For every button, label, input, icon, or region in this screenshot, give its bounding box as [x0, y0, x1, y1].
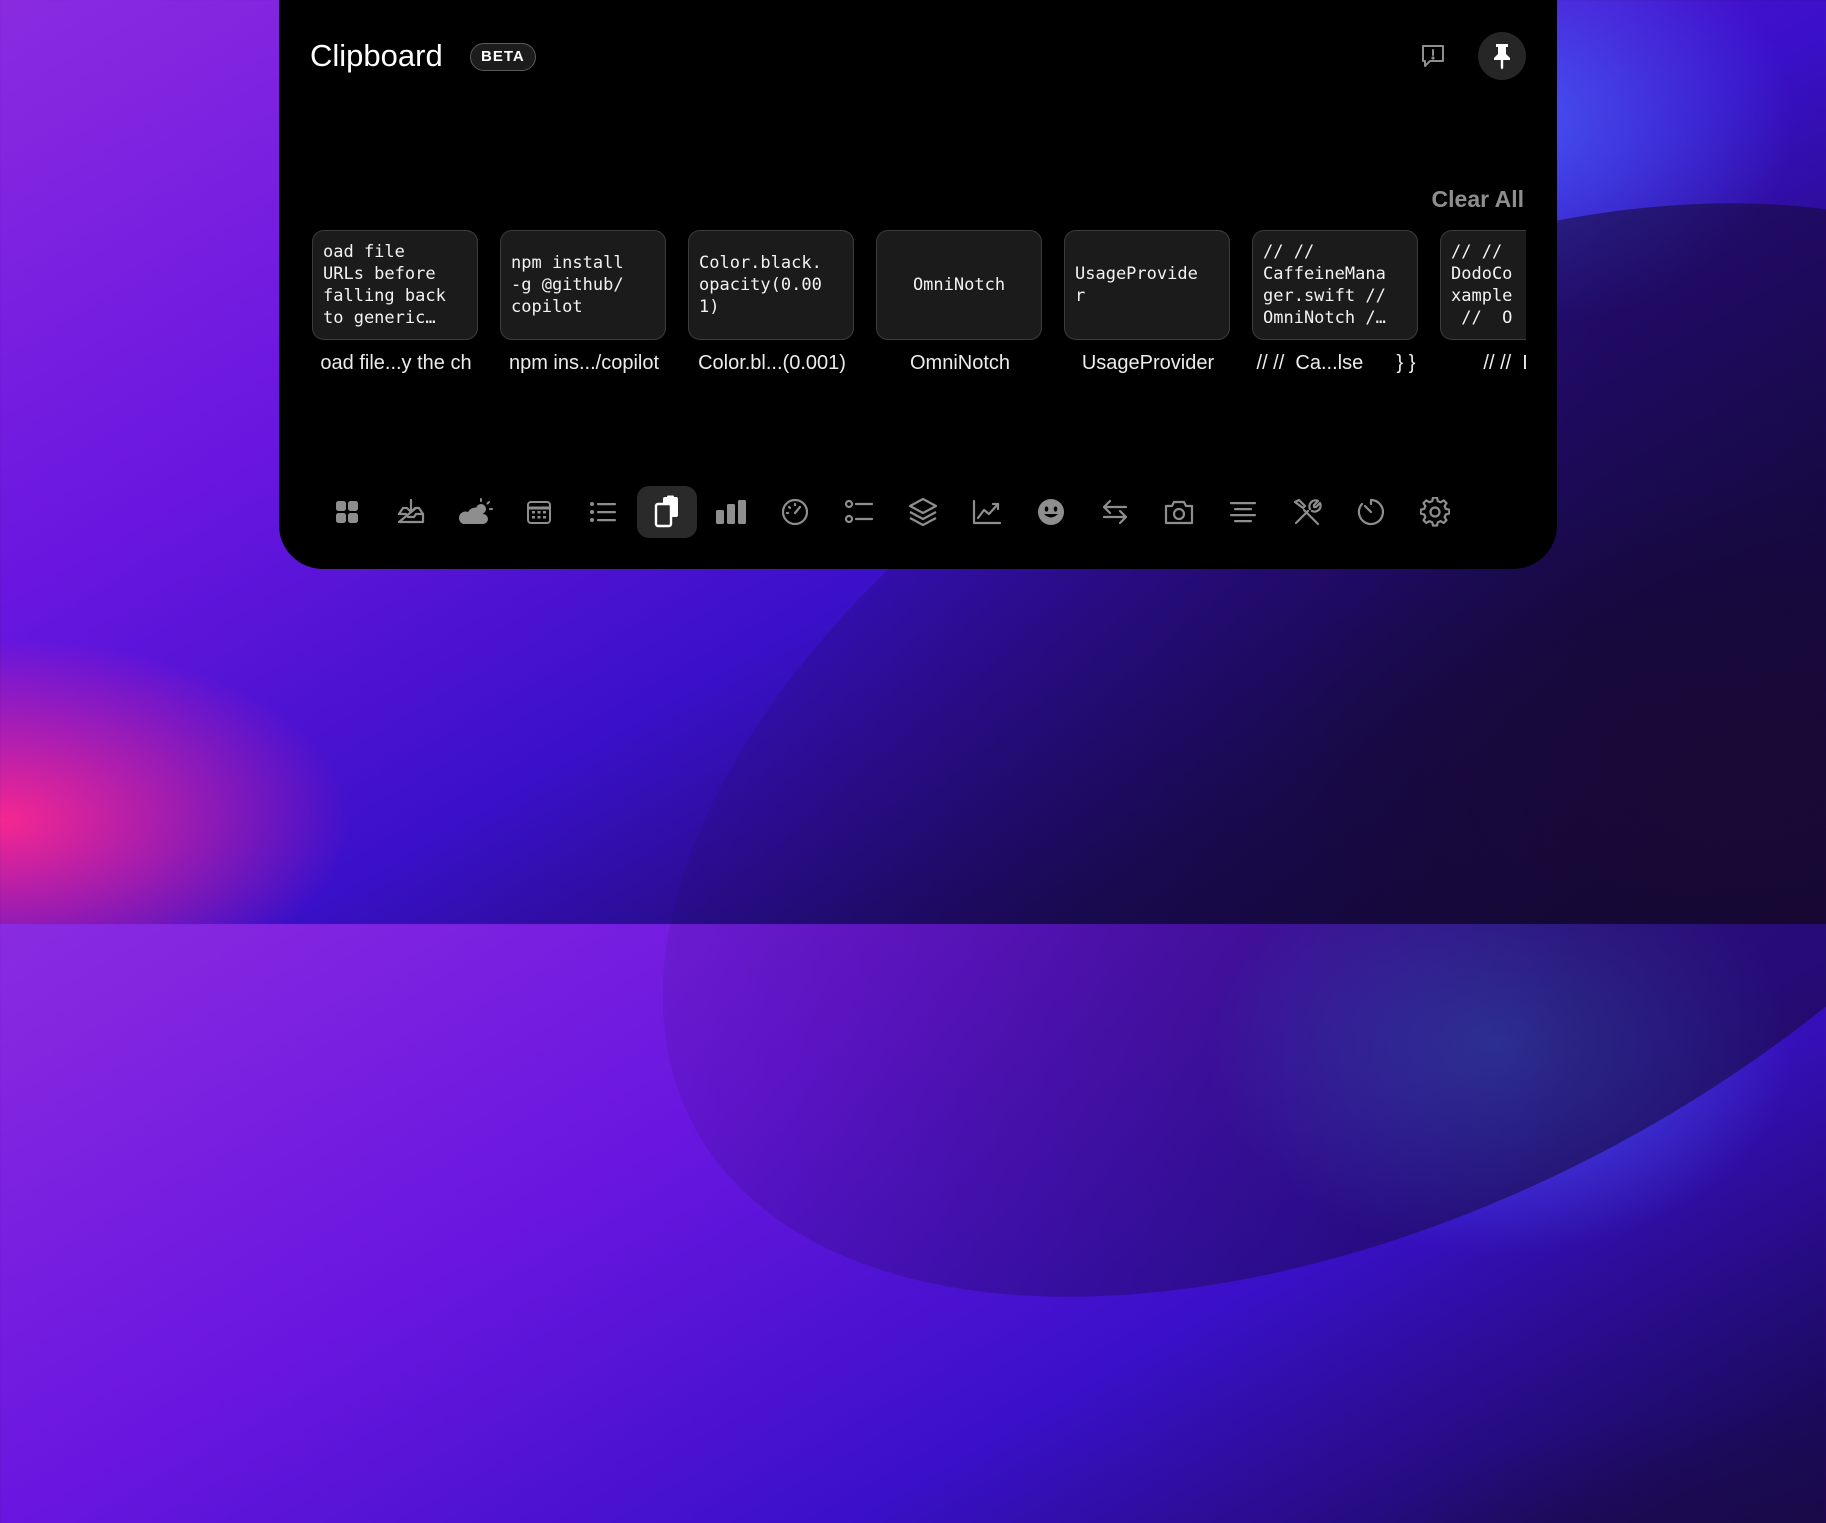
- pin-icon: [1489, 42, 1515, 70]
- dock-transfer-button[interactable]: [1089, 486, 1141, 538]
- clipboard-item[interactable]: Color.black. opacity(0.00 1) Color.bl...…: [688, 230, 856, 375]
- dock-tools-button[interactable]: [1281, 486, 1333, 538]
- bar-chart-icon: [714, 498, 748, 526]
- clipboard-item[interactable]: // // CaffeineMana ger.swift // OmniNotc…: [1252, 230, 1420, 375]
- clipboard-item-preview: // // DodoCo xample // O: [1451, 242, 1513, 328]
- clipboard-item-preview: npm install -g @github/ copilot: [511, 253, 624, 317]
- clipboard-item-preview: // // CaffeineMana ger.swift // OmniNotc…: [1263, 242, 1386, 328]
- dock-tasks-button[interactable]: [833, 486, 885, 538]
- checklist-icon: [843, 498, 875, 526]
- clipboard-item-caption: UsageProvider: [1081, 352, 1215, 374]
- speedometer-icon: [780, 497, 810, 527]
- clipboard-item-caption: npm ins.../copilot: [508, 352, 660, 374]
- clipboard-icon: [652, 495, 682, 529]
- widgets-grid-icon: [333, 498, 361, 526]
- layers-icon: [907, 496, 939, 528]
- dock-downloads-button[interactable]: [385, 486, 437, 538]
- clipboard-item[interactable]: npm install -g @github/ copilot npm ins.…: [500, 230, 668, 375]
- dock-emoji-button[interactable]: [1025, 486, 1077, 538]
- clipboard-item-preview: UsageProvide r: [1075, 264, 1198, 306]
- dock-clipboard-button[interactable]: [637, 486, 697, 538]
- clipboard-item-preview: Color.black. opacity(0.00 1): [699, 253, 822, 317]
- timer-icon: [1356, 497, 1386, 527]
- clipboard-item[interactable]: oad file URLs before falling back to gen…: [312, 230, 480, 375]
- feedback-icon: [1418, 41, 1448, 71]
- clipboard-panel: Clipboard BETA Clear All oad file URLs b…: [279, 0, 1557, 569]
- clipboard-item-preview-card[interactable]: // // CaffeineMana ger.swift // OmniNotc…: [1252, 230, 1418, 340]
- camera-icon: [1163, 498, 1195, 526]
- tools-icon: [1291, 496, 1323, 528]
- clipboard-item-caption: OmniNotch: [909, 352, 1011, 374]
- clipboard-item[interactable]: OmniNotch OmniNotch: [876, 230, 1044, 375]
- dock-stats-button[interactable]: [705, 486, 757, 538]
- weather-icon: [455, 497, 495, 527]
- dock-trends-button[interactable]: [961, 486, 1013, 538]
- line-chart-icon: [971, 498, 1003, 526]
- text-align-icon: [1228, 499, 1258, 525]
- clipboard-item-preview-card[interactable]: OmniNotch: [876, 230, 1042, 340]
- dock-layers-button[interactable]: [897, 486, 949, 538]
- clipboard-item-caption: // // Ca...lse } }: [1256, 352, 1416, 374]
- beta-badge: BETA: [470, 43, 536, 71]
- dock-widgets-button[interactable]: [321, 486, 373, 538]
- clipboard-item[interactable]: UsageProvide r UsageProvider: [1064, 230, 1232, 375]
- clipboard-item-preview-card[interactable]: // // DodoCo xample // O: [1440, 230, 1526, 340]
- dock-settings-button[interactable]: [1409, 486, 1461, 538]
- clear-all-button[interactable]: Clear All: [1432, 186, 1524, 213]
- clipboard-item[interactable]: // // DodoCo xample // O // // Do...: [1440, 230, 1526, 375]
- dock-calendar-button[interactable]: [513, 486, 565, 538]
- clipboard-item-caption: oad file...y the ch: [320, 352, 472, 374]
- page-title: Clipboard: [310, 38, 443, 73]
- clipboard-item-preview: OmniNotch: [912, 275, 1006, 295]
- widget-dock: [321, 486, 1461, 538]
- clipboard-item-preview-card[interactable]: UsageProvide r: [1064, 230, 1230, 340]
- pin-button[interactable]: [1478, 32, 1526, 80]
- dock-text-button[interactable]: [1217, 486, 1269, 538]
- calendar-icon: [525, 498, 553, 526]
- dock-speed-button[interactable]: [769, 486, 821, 538]
- dock-camera-button[interactable]: [1153, 486, 1205, 538]
- emoji-icon: [1036, 497, 1066, 527]
- clipboard-item-caption: // // Do...: [1483, 352, 1526, 374]
- clipboard-item-preview: oad file URLs before falling back to gen…: [323, 242, 446, 328]
- transfer-arrows-icon: [1100, 497, 1130, 527]
- clipboard-history-strip: oad file URLs before falling back to gen…: [312, 230, 1526, 390]
- dock-list-button[interactable]: [577, 486, 629, 538]
- dock-timer-button[interactable]: [1345, 486, 1397, 538]
- clipboard-item-preview-card[interactable]: npm install -g @github/ copilot: [500, 230, 666, 340]
- clipboard-item-caption: Color.bl...(0.001): [698, 352, 846, 374]
- feedback-button[interactable]: [1409, 32, 1457, 80]
- downloads-tray-icon: [396, 498, 426, 526]
- settings-gear-icon: [1420, 497, 1450, 527]
- clipboard-item-preview-card[interactable]: Color.black. opacity(0.00 1): [688, 230, 854, 340]
- clipboard-item-preview-card[interactable]: oad file URLs before falling back to gen…: [312, 230, 478, 340]
- dock-weather-button[interactable]: [449, 486, 501, 538]
- list-icon: [588, 499, 618, 525]
